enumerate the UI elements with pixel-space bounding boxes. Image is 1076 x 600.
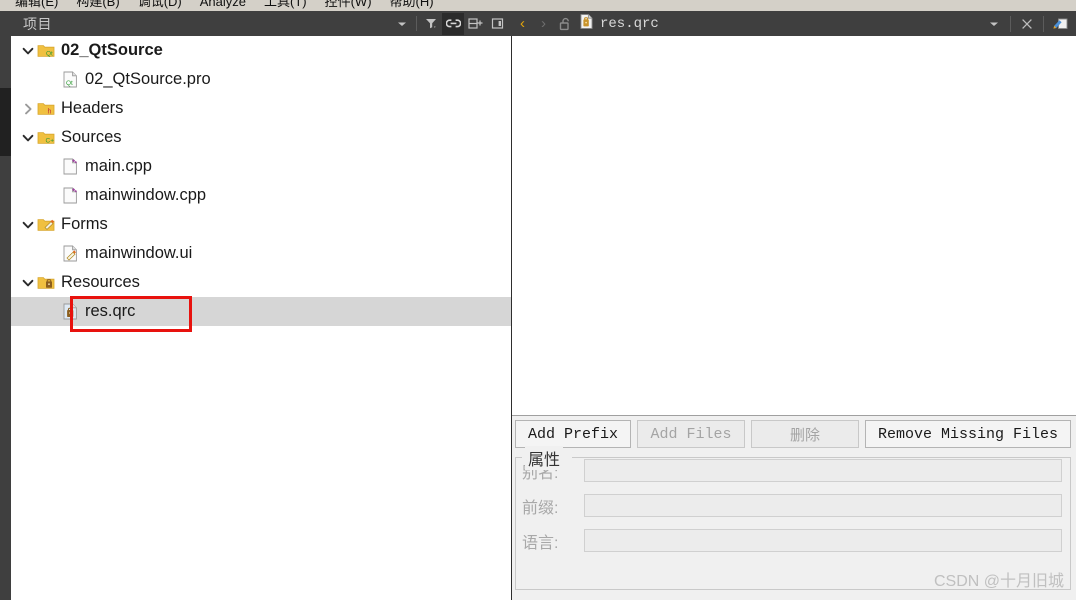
tree-item-label: Headers [61, 99, 124, 117]
tree-item-label: main.cpp [85, 157, 152, 175]
split-editor-icon[interactable] [1049, 13, 1071, 35]
tree-item-mainwindow-cpp[interactable]: mainwindow.cpp [11, 181, 511, 210]
navigate-forward-button[interactable]: › [533, 11, 554, 36]
properties-group-title: 属性 [525, 446, 564, 470]
tree-item-mainwindow-ui[interactable]: mainwindow.ui [11, 239, 511, 268]
tree-item-label: 02_QtSource.pro [85, 70, 211, 88]
projects-dock-header: 项目 [11, 11, 512, 36]
cpp-file-icon [60, 186, 80, 206]
tree-twisty-placeholder [43, 181, 60, 210]
toolbar-divider [416, 16, 417, 31]
property-input [584, 494, 1062, 517]
qt-creator-window: 编辑(E) 构建(B) 调试(D) Analyze 工具(T) 控件(W) 帮助(H) 项目 [0, 0, 1076, 600]
activity-bar-active-segment[interactable] [0, 88, 11, 156]
headers-folder-icon: h [36, 99, 56, 119]
chevron-down-icon[interactable] [391, 13, 413, 35]
tree-item-resources[interactable]: Resources [11, 268, 511, 297]
cpp-file-icon [60, 157, 80, 177]
toolbar-divider [1043, 15, 1044, 32]
qrc-button--: 删除 [751, 420, 860, 448]
chevron-down-icon[interactable] [19, 36, 36, 65]
tree-item-res-qrc[interactable]: res.qrc [11, 297, 511, 326]
property-row: 前缀: [516, 492, 1070, 519]
svg-text:C+: C+ [45, 137, 54, 144]
document-dropdown-icon[interactable] [983, 13, 1005, 35]
svg-text:h: h [47, 108, 51, 115]
qrc-file-icon [60, 302, 80, 322]
chevron-down-icon[interactable] [19, 210, 36, 239]
projects-dock-title: 项目 [23, 15, 52, 32]
qrc-button-row: Add Prefix Add Files 删除 Remove Missing File… [512, 416, 1076, 448]
tree-item-label: mainwindow.cpp [85, 186, 207, 204]
sources-folder-icon: C+ [36, 128, 56, 148]
filter-icon[interactable] [420, 13, 442, 35]
tree-item-label: Resources [61, 273, 140, 291]
tree-item-forms[interactable]: Forms [11, 210, 511, 239]
resources-folder-icon [36, 273, 56, 293]
chevron-down-icon[interactable] [19, 268, 36, 297]
unlock-icon[interactable] [554, 11, 576, 36]
ui-file-icon [60, 244, 80, 264]
current-document-chip[interactable]: res.qrc [576, 11, 983, 36]
current-document-name: res.qrc [600, 15, 659, 32]
tree-twisty-placeholder [43, 65, 60, 94]
tree-item-label: mainwindow.ui [85, 244, 193, 262]
svg-text:Qt: Qt [66, 80, 73, 87]
toolbar-divider [1010, 15, 1011, 32]
property-label: 语言: [522, 534, 559, 552]
property-row: 语言: [516, 527, 1070, 554]
tree-item-02-qtsource-pro[interactable]: Qt 02_QtSource.pro [11, 65, 511, 94]
csdn-watermark: CSDN @十月旧城 [933, 573, 1064, 590]
chevron-down-icon[interactable] [19, 123, 36, 152]
qrc-button-remove-missing-files[interactable]: Remove Missing Files [865, 420, 1072, 448]
qrc-editor-pane: Add Prefix Add Files 删除 Remove Missing File… [512, 415, 1076, 600]
qrc-button-add-prefix[interactable]: Add Prefix [515, 420, 632, 448]
property-row: 别名: [516, 457, 1070, 484]
projects-dock-toolbar [391, 11, 512, 36]
forms-folder-icon [36, 215, 56, 235]
qt-pro-file-icon: Qt [60, 70, 80, 90]
activity-bar[interactable] [0, 11, 11, 600]
qrc-button-add-files: Add Files [637, 420, 746, 448]
property-input [584, 529, 1062, 552]
tree-item-headers[interactable]: h Headers [11, 94, 511, 123]
navigate-back-button[interactable]: ‹ [512, 11, 533, 36]
svg-text:Qt: Qt [46, 50, 53, 57]
editor-toolbar: ‹ › res.qrc [512, 11, 1076, 36]
property-label: 前缀: [522, 499, 559, 517]
tree-item-main-cpp[interactable]: main.cpp [11, 152, 511, 181]
project-tree[interactable]: Qt 02_QtSource Qt 02_QtSource.proh Headers C+… [11, 36, 512, 600]
tree-item-label: Forms [61, 215, 108, 233]
link-icon[interactable] [442, 12, 464, 35]
collapse-icon[interactable] [486, 13, 508, 35]
tree-item-sources[interactable]: C+ Sources [11, 123, 511, 152]
close-icon[interactable] [1016, 13, 1038, 35]
tree-twisty-placeholder [43, 297, 60, 326]
tree-item-label: 02_QtSource [61, 41, 163, 59]
qt-project-folder-icon: Qt [36, 41, 56, 61]
chevron-right-icon[interactable] [19, 94, 36, 123]
editor-toolbar-right [983, 11, 1076, 36]
tree-twisty-placeholder [43, 152, 60, 181]
tree-twisty-placeholder [43, 239, 60, 268]
tree-item-label: Sources [61, 128, 122, 146]
tree-item-label: res.qrc [85, 302, 136, 320]
split-add-icon[interactable] [464, 13, 486, 35]
property-input [584, 459, 1062, 482]
tree-item-02-qtsource[interactable]: Qt 02_QtSource [11, 36, 511, 65]
qrc-file-icon [580, 13, 593, 34]
editor-canvas[interactable] [512, 36, 1076, 415]
